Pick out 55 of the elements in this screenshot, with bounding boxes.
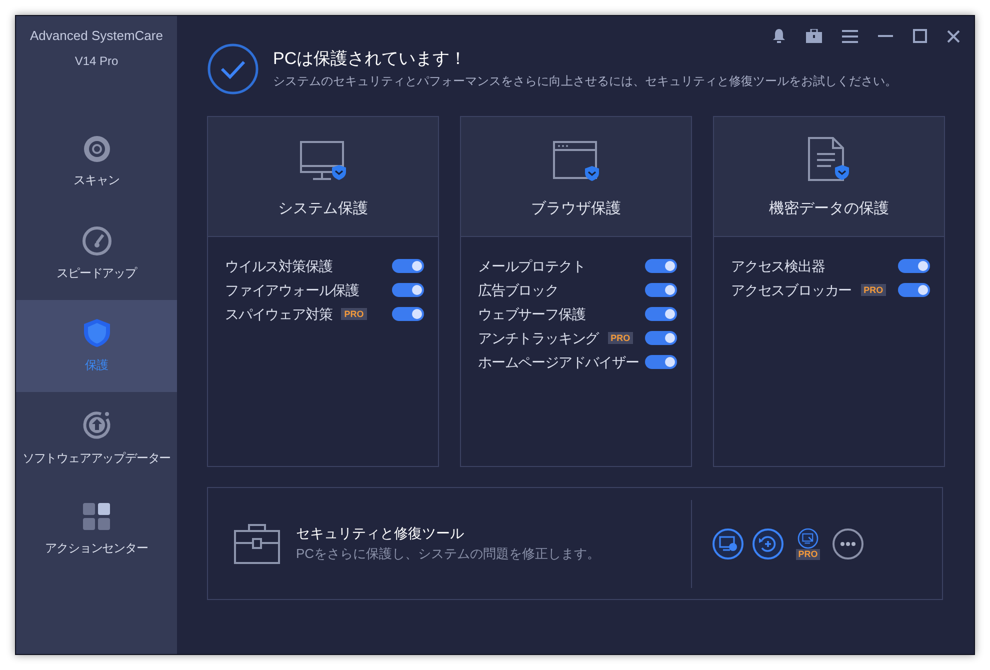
feature-label: ファイアウォール保護 (225, 280, 360, 300)
upload-arrow-icon (80, 409, 112, 441)
close-icon[interactable] (947, 30, 960, 42)
toggle-switch[interactable] (898, 259, 930, 273)
feature-label: メールプロテクト (478, 256, 586, 276)
toggle-switch[interactable] (392, 307, 424, 321)
toggle-switch[interactable] (392, 259, 424, 273)
sidebar-item[interactable]: スキャン (16, 116, 177, 208)
bell-icon[interactable] (772, 28, 786, 44)
sidebar-item[interactable]: アクションセンター (16, 484, 177, 576)
toggle-switch[interactable] (645, 355, 677, 369)
card-title: 機密データの保護 (769, 198, 889, 218)
pro-badge: PRO (341, 308, 367, 320)
status-title: PCは保護されています！ (273, 48, 468, 70)
tools-subtitle: PCをさらに保護し、システムの問題を修正します。 (296, 545, 600, 564)
feature-label: 広告ブロック (478, 280, 558, 300)
card-title: ブラウザ保護 (531, 198, 621, 218)
more-icon[interactable] (832, 528, 864, 560)
toggle-switch[interactable] (392, 283, 424, 297)
restore-icon[interactable] (752, 528, 784, 560)
feature-label: アクセス検出器 (731, 256, 825, 276)
pro-badge: PRO (608, 332, 634, 344)
document-shield-icon (807, 136, 851, 182)
checkmark-circle-icon (207, 43, 259, 95)
shield-icon (82, 318, 110, 348)
aperture-icon (82, 135, 110, 163)
monitor-shield-icon (299, 140, 347, 182)
toggle-switch[interactable] (645, 283, 677, 297)
feature-label: アクセスブロッカー (731, 280, 852, 300)
pro-badge: PRO (860, 284, 886, 296)
toggle-switch[interactable] (645, 259, 677, 273)
grid-icon (82, 503, 110, 531)
feature-label: ホームページアドバイザー (478, 352, 639, 372)
toggle-switch[interactable] (898, 283, 930, 297)
toggle-switch[interactable] (645, 307, 677, 321)
feature-label: ウェブサーフ保護 (478, 304, 586, 324)
pro-badge: PRO (796, 548, 820, 560)
feature-label: アンチトラッキング (478, 328, 599, 348)
sidebar-item[interactable]: スピードアップ (16, 208, 177, 300)
menu-icon[interactable] (842, 30, 858, 42)
app-version: V14 Pro (74, 52, 118, 70)
app-name: Advanced SystemCare (30, 27, 163, 45)
browser-window-shield-icon (552, 140, 600, 182)
monitor-shield-icon[interactable] (712, 528, 744, 560)
feature-label: ウイルス対策保護 (225, 256, 332, 276)
toolbox-icon (234, 524, 280, 564)
sidebar-item[interactable]: ソフトウェアアップデーター (16, 392, 177, 484)
tools-title: セキュリティと修復ツール (296, 524, 465, 544)
speedometer-icon (82, 226, 112, 256)
card-title: システム保護 (278, 198, 368, 218)
maximize-icon[interactable] (913, 29, 927, 43)
toggle-switch[interactable] (645, 331, 677, 345)
briefcase-icon[interactable] (806, 29, 822, 43)
feature-label: スパイウェア対策 (225, 304, 332, 324)
status-subtitle: システムのセキュリティとパフォーマンスをさらに向上させるには、セキュリティと修復ツールをお試しください。 (273, 73, 897, 90)
